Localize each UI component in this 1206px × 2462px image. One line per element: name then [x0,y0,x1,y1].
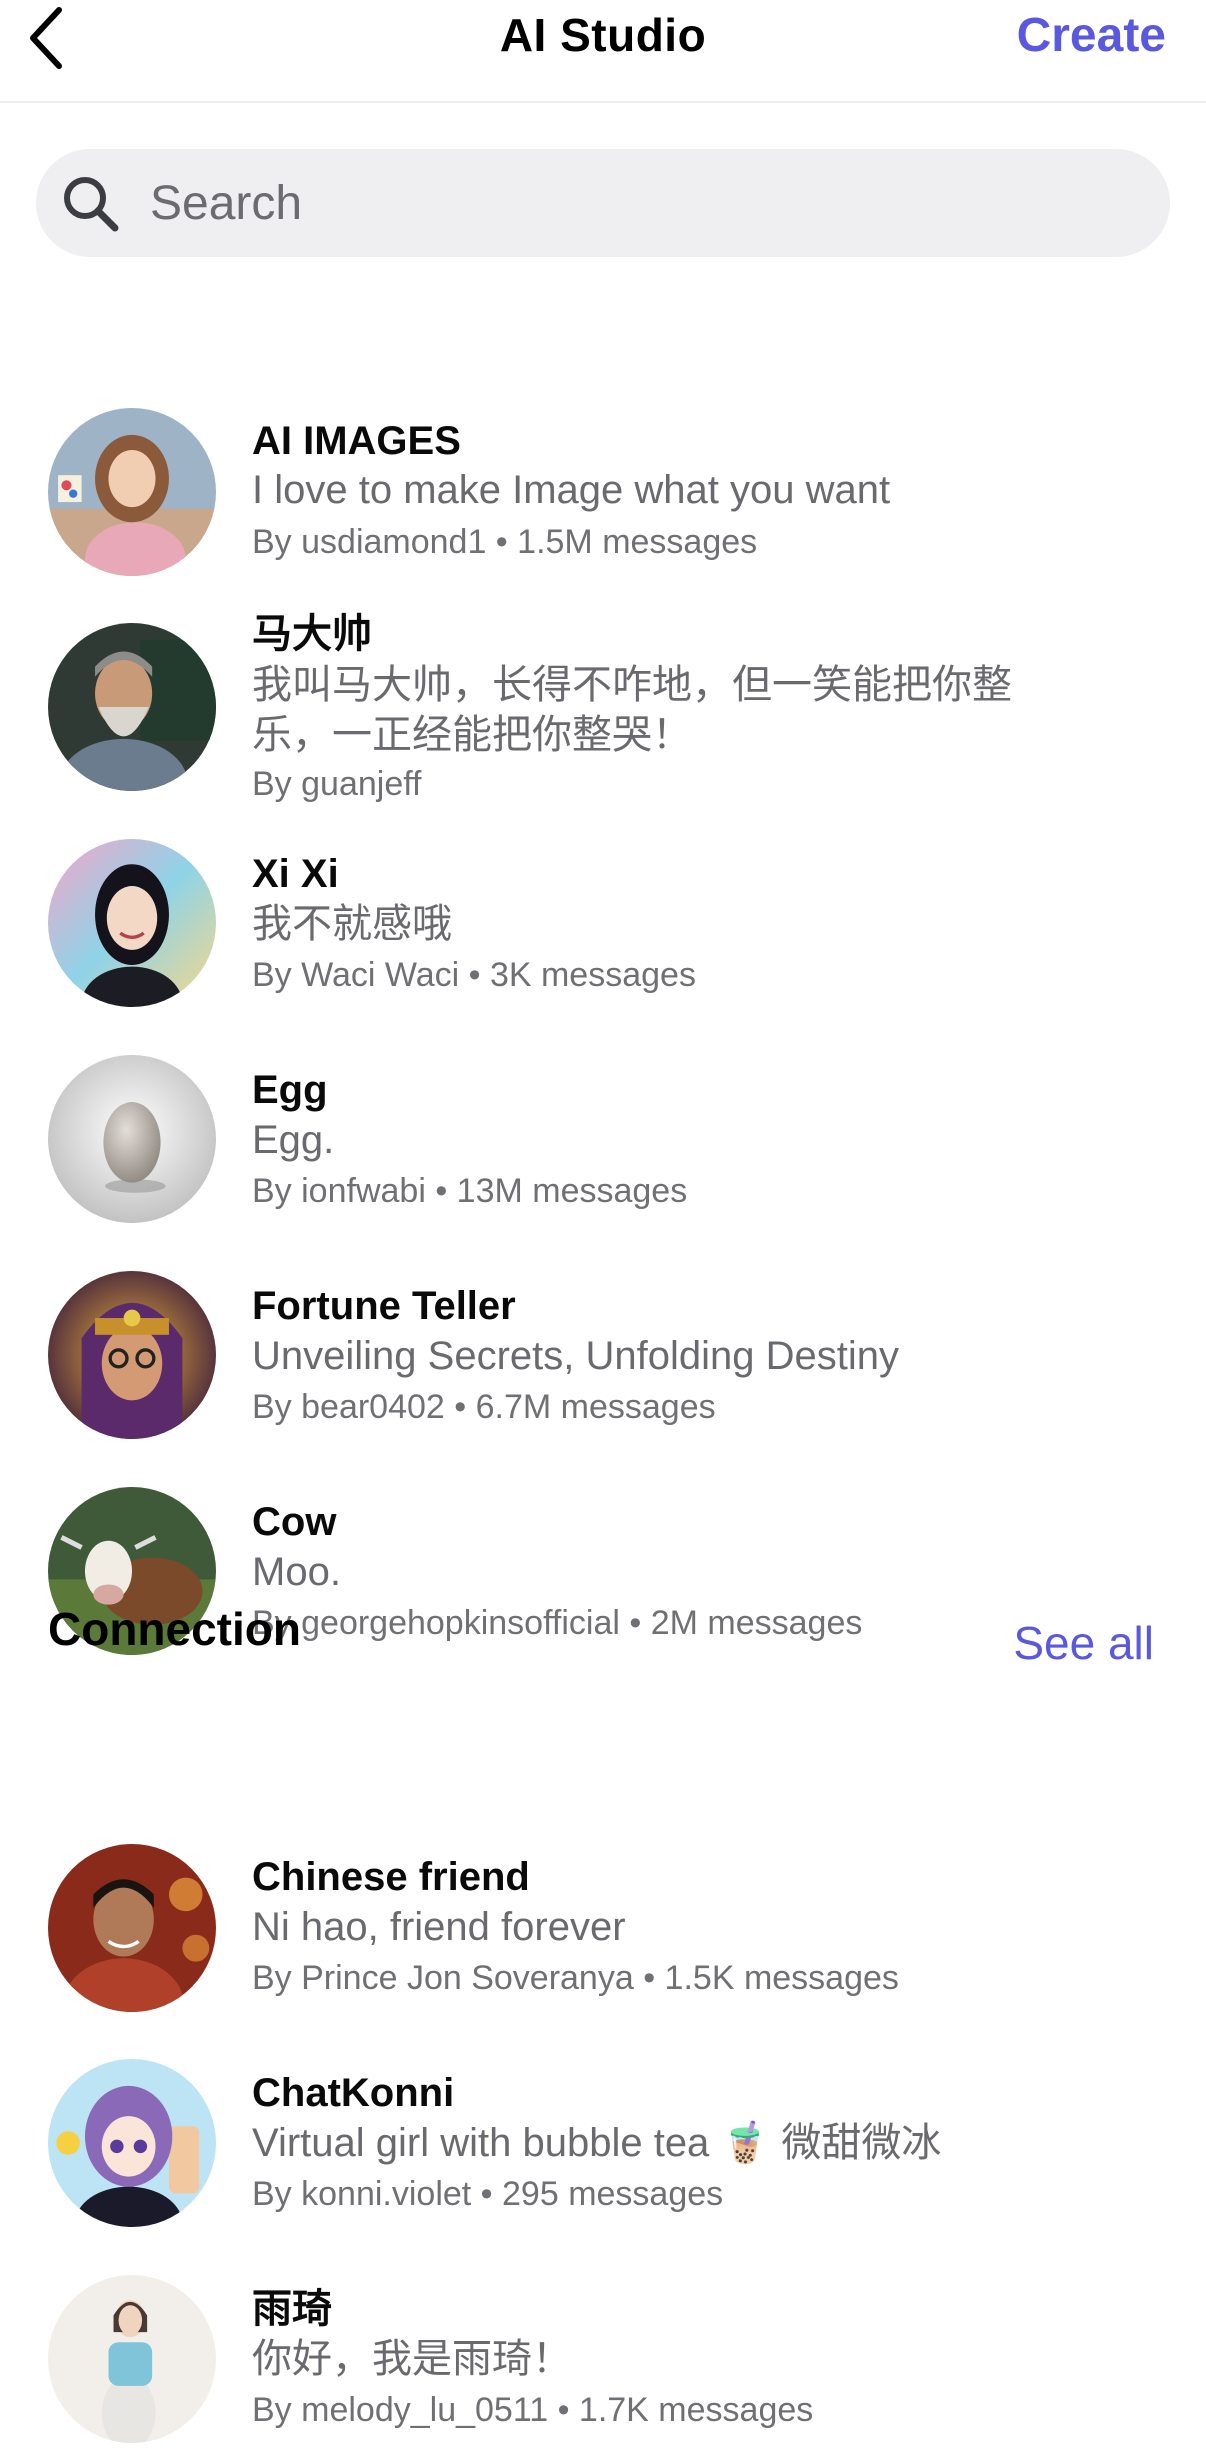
item-meta: By konni.violet • 295 messages [252,2175,724,2213]
list-item-fortune-teller[interactable]: Fortune Teller Unveiling Secrets, Unfold… [0,1268,1206,1458]
list-item-egg[interactable]: Egg Egg. By ionfwabi • 13M messages [0,1052,1206,1242]
avatar [48,1271,216,1439]
item-name: Xi Xi [252,852,339,896]
item-description: 我叫马大帅，长得不咋地，但一笑能把你整乐，一正经能把你整哭！ [252,663,1012,757]
item-description: Egg. [252,1118,335,1162]
avatar [48,839,216,1007]
item-meta: By ionfwabi • 13M messages [252,1172,688,1210]
item-meta: By bear0402 • 6.7M messages [252,1388,716,1426]
avatar [48,1055,216,1223]
item-description: 我不就感哦 [252,902,452,946]
item-name: Egg [252,1068,328,1112]
top-bar: AI Studio Create [0,0,1206,103]
item-name: 雨琦 [252,2287,332,2331]
item-name: Fortune Teller [252,1284,516,1328]
search-bar[interactable] [36,149,1170,257]
item-meta: By Prince Jon Soveranya • 1.5K messages [252,1959,899,1997]
item-name: Cow [252,1500,337,1544]
item-meta: By guanjeff [252,765,422,803]
search-input[interactable] [148,174,1170,232]
avatar [48,623,216,791]
create-button[interactable]: Create [1017,8,1166,63]
item-description: Virtual girl with bubble tea 🧋 微甜微冰 [252,2121,942,2165]
item-meta: By melody_lu_0511 • 1.7K messages [252,2391,814,2429]
see-all-link[interactable]: See all [1013,1616,1154,1670]
list-item-xi-xi[interactable]: Xi Xi 我不就感哦 By Waci Waci • 3K messages [0,836,1206,1026]
item-meta: By georgehopkinsofficial • 2M messages [252,1604,863,1642]
avatar [48,408,216,576]
item-description: Ni hao, friend forever [252,1905,626,1949]
avatar [48,2275,216,2443]
item-description: Moo. [252,1550,341,1594]
list-item-ai-images[interactable]: AI IMAGES I love to make Image what you … [0,404,1206,594]
item-meta: By Waci Waci • 3K messages [252,956,696,994]
list-item-chinese-friend[interactable]: Chinese friend Ni hao, friend forever By… [0,1840,1206,2030]
item-name: Chinese friend [252,1855,530,1899]
item-description: 你好，我是雨琦！ [252,2337,572,2381]
list-item-yuqi[interactable]: 雨琦 你好，我是雨琦！ By melody_lu_0511 • 1.7K mes… [0,2272,1206,2462]
item-name: 马大帅 [252,612,372,656]
search-icon [58,171,122,235]
item-meta: By usdiamond1 • 1.5M messages [252,523,758,561]
item-name: ChatKonni [252,2071,455,2115]
section-title-connection: Connection [48,1603,301,1655]
list-item-chatkonni[interactable]: ChatKonni Virtual girl with bubble tea 🧋… [0,2056,1206,2246]
avatar [48,1844,216,2012]
item-description: I love to make Image what you want [252,468,891,512]
item-description: Unveiling Secrets, Unfolding Destiny [252,1334,899,1378]
list-item-ma-dashuai[interactable]: 马大帅 我叫马大帅，长得不咋地，但一笑能把你整乐，一正经能把你整哭！ By gu… [0,610,1206,810]
avatar [48,2059,216,2227]
item-name: AI IMAGES [252,419,461,463]
